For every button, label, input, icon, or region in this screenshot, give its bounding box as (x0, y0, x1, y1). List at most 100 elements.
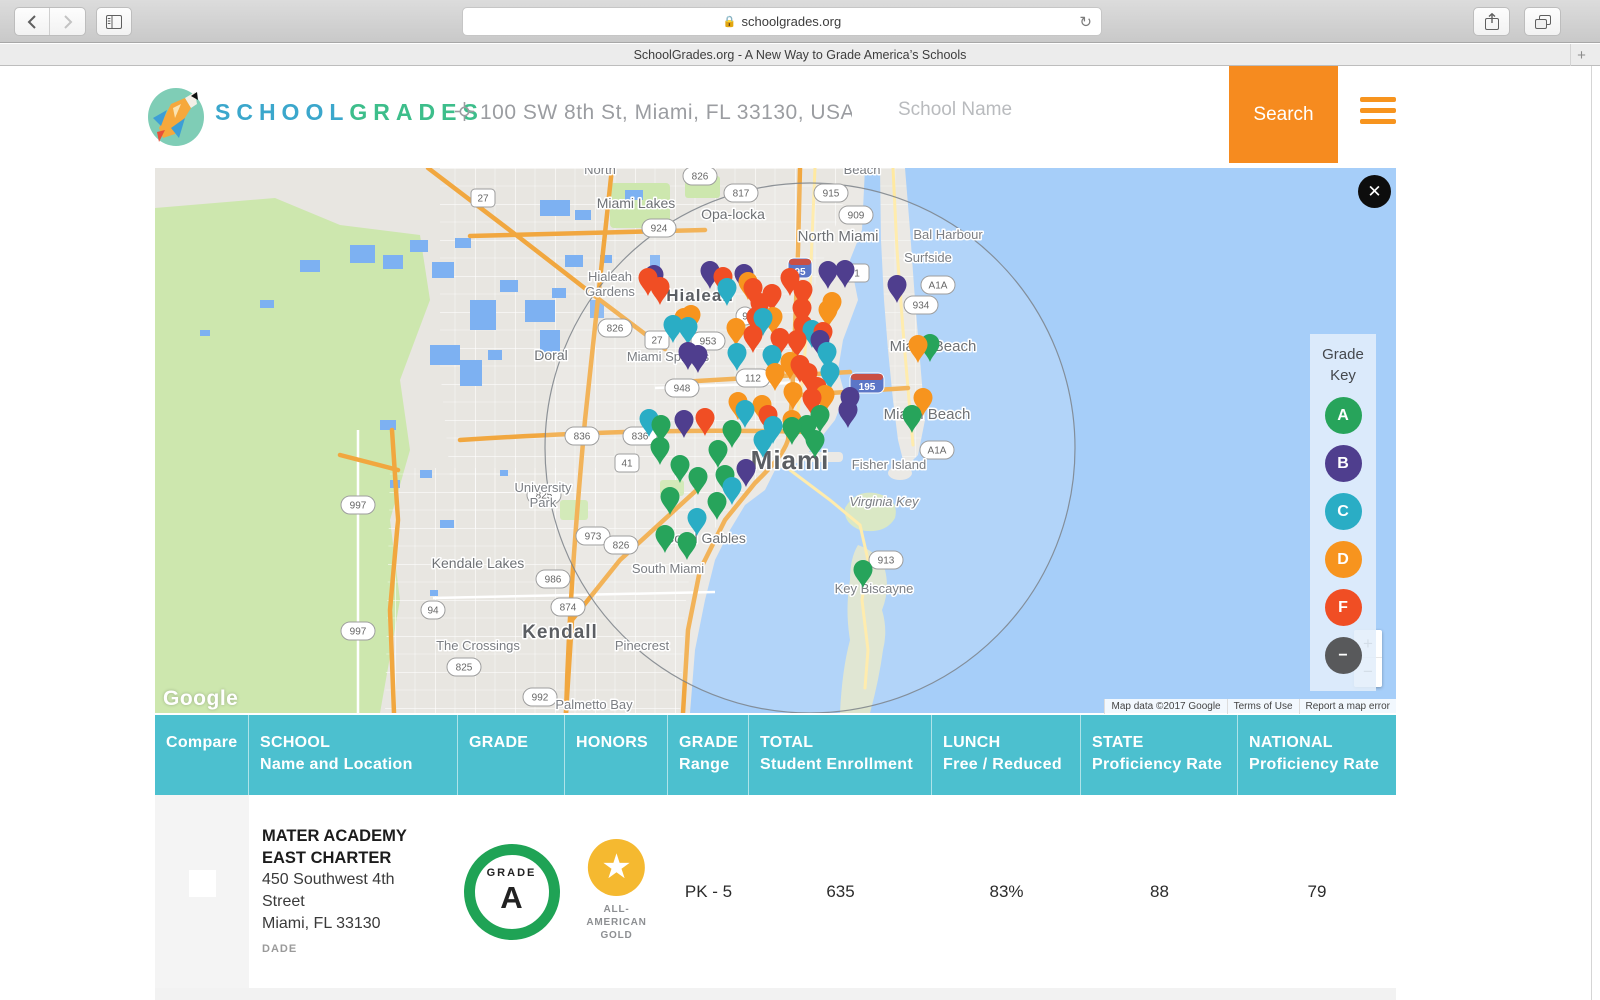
school-name-input[interactable] (898, 99, 1198, 121)
back-icon (27, 14, 36, 29)
search-button[interactable]: Search (1229, 66, 1338, 163)
close-map-button[interactable]: ✕ (1358, 175, 1391, 208)
svg-text:934: 934 (913, 301, 930, 312)
map-label: Coral Gables (664, 530, 746, 546)
map-label: South Miami (632, 561, 704, 576)
map-label: North Miami (798, 228, 879, 245)
route-shield: 41 (614, 453, 640, 473)
grade-key-legend: Grade Key A B C D F − (1310, 334, 1376, 691)
svg-text:817: 817 (733, 189, 750, 200)
schoolgrades-logo-icon[interactable] (145, 84, 207, 146)
grade-cell: GRADE A (458, 795, 565, 988)
column-header-national[interactable]: NATIONAL Proficiency Rate (1238, 715, 1396, 795)
share-button[interactable] (1473, 7, 1510, 36)
new-tab-button[interactable]: + (1570, 44, 1592, 66)
sidebar-icon (106, 14, 122, 29)
sidebar-button[interactable] (96, 7, 132, 36)
svg-text:826: 826 (607, 324, 624, 335)
route-shield: 915 (813, 183, 849, 203)
menu-icon[interactable] (1360, 97, 1396, 131)
map-label: Pinecrest (615, 638, 670, 653)
forward-button[interactable] (50, 8, 85, 35)
row-separator (155, 988, 1396, 1000)
svg-text:913: 913 (878, 556, 895, 567)
tabs-icon (1534, 14, 1551, 29)
grade-key-item-C: C (1324, 493, 1362, 530)
route-shield: 992 (522, 687, 558, 707)
grade-key-item-B: B (1324, 445, 1362, 482)
svg-text:909: 909 (848, 211, 865, 222)
map-label: Surfside (904, 250, 952, 265)
logo-wordmark[interactable]: SCHOOLGRADES (215, 99, 484, 126)
route-shield: 934 (903, 295, 939, 315)
tab-bar: SchoolGrades.org - A New Way to Grade Am… (0, 44, 1600, 66)
route-shield: 836 (564, 426, 600, 446)
map-label: Gardens (585, 284, 635, 299)
map-attribution-link[interactable]: Terms of Use (1226, 699, 1299, 714)
school-name[interactable]: EAST CHARTER (262, 847, 458, 869)
map-label: University (514, 480, 572, 495)
svg-text:836: 836 (632, 432, 649, 443)
back-button[interactable] (15, 8, 50, 35)
column-header-grade[interactable]: GRADE (458, 715, 565, 795)
lock-icon: 🔒 (722, 16, 737, 28)
svg-text:195: 195 (859, 382, 876, 393)
star-icon: ★ (587, 839, 645, 896)
column-header-total[interactable]: TOTAL Student Enrollment (749, 715, 932, 795)
results-table: Compare SCHOOL Name and Location GRADE HONOR… (155, 715, 1396, 988)
column-header-lunch[interactable]: LUNCH Free / Reduced (932, 715, 1081, 795)
nav-buttons (14, 7, 86, 36)
grade-key-items: A B C D F − (1310, 397, 1376, 674)
route-shield: 825 (446, 657, 482, 677)
svg-text:953: 953 (700, 337, 717, 348)
google-logo: Google (163, 687, 239, 710)
svg-text:997: 997 (350, 501, 367, 512)
map-label: Doral (534, 347, 567, 363)
column-header-state[interactable]: STATE Proficiency Rate (1081, 715, 1238, 795)
reload-icon[interactable]: ↻ (1079, 13, 1092, 31)
route-shield: 986 (535, 569, 571, 589)
map-attribution-link[interactable]: Report a map error (1298, 699, 1396, 714)
menu-bar (1360, 108, 1396, 113)
route-shield: 817 (723, 183, 759, 203)
honors-badge: ★ ALL-AMERICAN GOLD (586, 839, 646, 942)
school-name[interactable]: MATER ACADEMY (262, 825, 458, 847)
tab-title[interactable]: SchoolGrades.org - A New Way to Grade Am… (634, 48, 967, 62)
scrollbar-track[interactable] (1591, 66, 1592, 1000)
url-text: schoolgrades.org (741, 14, 842, 29)
logo-word-school: SCHOOL (215, 99, 350, 125)
column-header-grade[interactable]: GRADE Range (668, 715, 749, 795)
map-label: North (584, 168, 616, 177)
column-header-compare[interactable]: Compare (155, 715, 249, 795)
column-header-honors[interactable]: HONORS (565, 715, 668, 795)
address-bar[interactable]: 🔒 schoolgrades.org ↻ (462, 7, 1102, 36)
location-crosshair-icon (455, 102, 474, 121)
map-label: Beach (844, 168, 881, 177)
map-label: Virginia Key (849, 494, 920, 509)
current-address[interactable]: 100 SW 8th St, Miami, FL 33130, USA (480, 101, 852, 129)
grade-range-cell: PK - 5 (684, 881, 733, 901)
route-shield: 94 (420, 600, 446, 620)
route-shield: 997 (340, 621, 376, 641)
route-shield: 948 (664, 378, 700, 398)
school-address: Street (262, 893, 305, 910)
show-tabs-button[interactable] (1524, 7, 1561, 36)
map[interactable]: 27 826 817 915 924 909 95 1 A1A 934 826 27 953 9 112 94… (155, 168, 1396, 713)
compare-checkbox[interactable] (189, 870, 216, 897)
route-shield: 874 (550, 597, 586, 617)
menu-bar (1360, 97, 1396, 102)
route-shield: 27 (470, 188, 496, 208)
svg-text:A1A: A1A (929, 281, 948, 292)
map-label: Opa-locka (701, 206, 765, 222)
map-data-credit: Map data ©2017 Google (1104, 699, 1227, 714)
forward-icon (63, 14, 72, 29)
column-header-school[interactable]: SCHOOL Name and Location (249, 715, 458, 795)
map-label: Kendall (522, 622, 598, 643)
svg-text:992: 992 (532, 693, 549, 704)
grade-key-title: Grade Key (1322, 346, 1364, 384)
map-label: The Crossings (436, 638, 520, 653)
lunch-cell: 83% (989, 881, 1024, 901)
site-header: SCHOOLGRADES 100 SW 8th St, Miami, FL 33… (0, 66, 1600, 163)
school-address: 450 Southwest 4th (262, 871, 395, 888)
svg-text:1: 1 (854, 269, 860, 280)
